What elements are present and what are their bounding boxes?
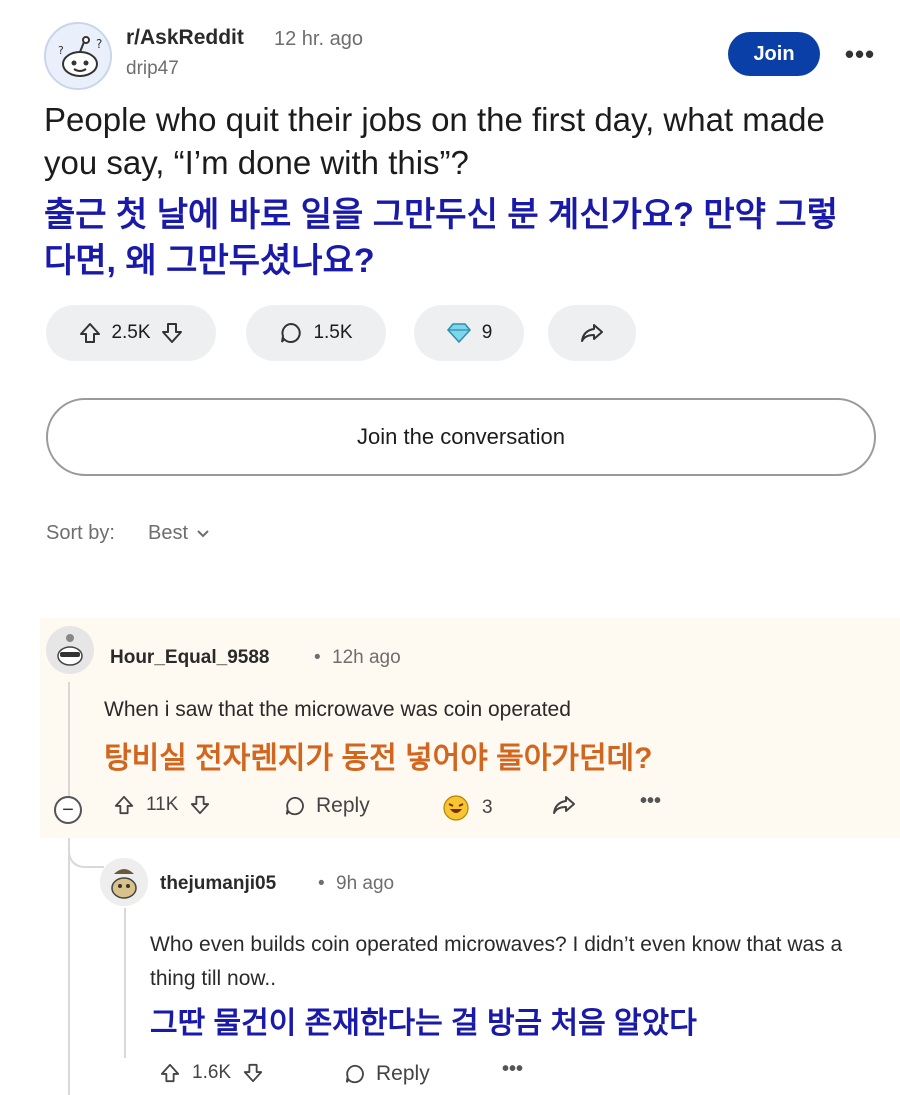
downvote-icon[interactable] bbox=[243, 1063, 263, 1083]
comment-award-count: 3 bbox=[482, 797, 493, 818]
comment-more-button[interactable]: ••• bbox=[502, 1058, 523, 1081]
comment-vote-count: 1.6K bbox=[192, 1062, 232, 1083]
award-diamond-icon bbox=[446, 322, 472, 344]
comment-award[interactable]: 3 bbox=[442, 794, 493, 822]
comment-username[interactable]: thejumanji05 bbox=[160, 873, 276, 895]
share-button[interactable] bbox=[552, 794, 576, 816]
collapse-icon[interactable]: − bbox=[54, 796, 82, 824]
thread-line bbox=[124, 908, 126, 1058]
award-button[interactable]: 9 bbox=[414, 305, 524, 361]
reddit-snoo-icon: ? ? bbox=[46, 24, 110, 88]
comment-more-button[interactable]: ••• bbox=[640, 790, 661, 813]
post-title-korean-caption: 출근 첫 날에 바로 일을 그만두신 분 계신가요? 만약 그렇다면, 왜 그만… bbox=[44, 196, 838, 280]
comment-time: 12h ago bbox=[332, 647, 401, 668]
separator-dot: • bbox=[318, 873, 325, 894]
reply-button[interactable]: Reply bbox=[284, 794, 370, 818]
laugh-award-icon bbox=[442, 794, 470, 822]
join-conversation-input[interactable]: Join the conversation bbox=[46, 398, 876, 476]
upvote-icon[interactable] bbox=[79, 322, 101, 344]
upvote-count: 2.5K bbox=[111, 322, 151, 343]
award-count: 9 bbox=[481, 322, 493, 343]
thread-line bbox=[68, 838, 70, 1095]
upvote-icon[interactable] bbox=[114, 795, 134, 815]
share-icon bbox=[552, 794, 576, 816]
sort-label: Sort by: bbox=[46, 522, 115, 544]
downvote-icon[interactable] bbox=[190, 795, 210, 815]
post-title: People who quit their jobs on the first … bbox=[44, 101, 825, 181]
reply-button[interactable]: Reply bbox=[344, 1062, 430, 1086]
share-button[interactable] bbox=[548, 305, 636, 361]
comments-button[interactable]: 1.5K bbox=[246, 305, 386, 361]
comment-korean-caption: 탕비실 전자렌지가 동전 넣어야 돌아가던데? bbox=[104, 742, 653, 775]
comment-avatar[interactable] bbox=[46, 626, 94, 674]
comment-icon bbox=[284, 795, 306, 817]
more-options-button[interactable]: ••• bbox=[838, 32, 882, 76]
separator-dot: • bbox=[314, 647, 321, 668]
vote-bar: 2.5K bbox=[46, 305, 216, 361]
sort-value: Best bbox=[148, 522, 189, 544]
comment-vote-bar: 1.6K bbox=[160, 1062, 263, 1084]
snoo-avatar-icon bbox=[46, 626, 94, 674]
thread-connector bbox=[68, 838, 104, 868]
share-icon bbox=[580, 322, 604, 344]
chevron-down-icon bbox=[196, 529, 210, 539]
downvote-icon[interactable] bbox=[161, 322, 183, 344]
post-time: 12 hr. ago bbox=[274, 28, 363, 50]
comment-avatar[interactable] bbox=[100, 858, 148, 906]
comment-text: When i saw that the microwave was coin o… bbox=[104, 698, 571, 721]
comment-count: 1.5K bbox=[313, 322, 353, 343]
subreddit-avatar[interactable]: ? ? bbox=[44, 22, 112, 90]
comment-time: 9h ago bbox=[336, 873, 395, 894]
snoo-avatar-icon bbox=[100, 858, 148, 906]
thread-line bbox=[68, 682, 70, 802]
comment-username[interactable]: Hour_Equal_9588 bbox=[110, 647, 269, 669]
comment-vote-bar: 11K bbox=[114, 794, 210, 816]
svg-text:?: ? bbox=[58, 44, 64, 57]
reply-label: Reply bbox=[376, 1062, 430, 1085]
comment-text: Who even builds coin operated microwaves… bbox=[150, 933, 843, 990]
comment-korean-caption: 그딴 물건이 존재한다는 걸 방금 처음 알았다 bbox=[150, 1007, 697, 1040]
sort-dropdown[interactable]: Best bbox=[148, 522, 210, 545]
reply-label: Reply bbox=[316, 794, 370, 817]
svg-text:?: ? bbox=[96, 37, 102, 51]
comment-icon bbox=[344, 1063, 366, 1085]
comment-icon bbox=[279, 321, 303, 345]
upvote-icon[interactable] bbox=[160, 1063, 180, 1083]
post-author[interactable]: drip47 bbox=[126, 58, 179, 80]
join-button[interactable]: Join bbox=[728, 32, 820, 76]
comment-vote-count: 11K bbox=[146, 794, 179, 815]
subreddit-name[interactable]: r/AskReddit bbox=[126, 26, 244, 50]
